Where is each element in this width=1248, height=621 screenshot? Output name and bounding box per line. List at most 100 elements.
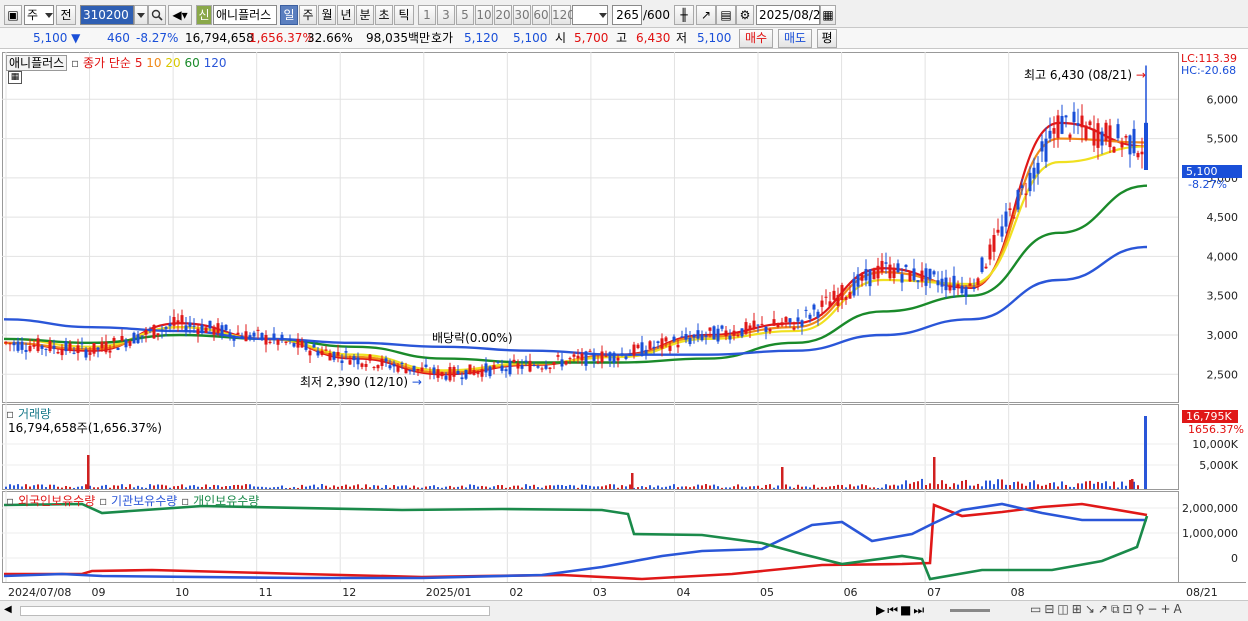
volume-bar — [741, 486, 743, 489]
volume-bar — [1061, 481, 1063, 489]
sell-button[interactable]: 매도 — [778, 29, 812, 48]
candle-body — [76, 345, 80, 354]
volume-bar — [109, 487, 111, 489]
volume-bar — [717, 486, 719, 489]
interval-10-button[interactable]: 10 — [475, 5, 493, 25]
high-price: 6,430 — [636, 31, 671, 45]
interval-custom-input[interactable] — [572, 5, 608, 25]
zoom-slider[interactable] — [950, 609, 990, 612]
save-icon[interactable]: ▤ — [716, 5, 736, 25]
tab-week[interactable]: 주 — [299, 5, 317, 25]
volume-last-bar — [1144, 416, 1147, 489]
candle-body — [1092, 128, 1096, 146]
export-icon[interactable]: ⊡ — [1123, 602, 1136, 616]
candle-body — [304, 341, 308, 350]
candle-body — [928, 268, 932, 280]
search-icon[interactable] — [148, 5, 166, 25]
scroll-left-icon[interactable]: ◀ — [4, 604, 12, 615]
calendar-icon[interactable]: ▦ — [820, 5, 836, 25]
candle-body — [884, 262, 888, 264]
volume-bar — [765, 484, 767, 489]
chart-canvas[interactable]: 6,000 5,500 5,000 4,500 4,000 3,500 3,000 2,500… — [2, 52, 1246, 600]
date-input[interactable]: 2025/08/21 — [756, 5, 828, 25]
tile-icon[interactable]: ⊞ — [1072, 602, 1085, 616]
draw-icon[interactable]: ↗ — [1098, 602, 1111, 616]
tab-day[interactable]: 일 — [280, 5, 298, 25]
candle-body — [112, 337, 116, 342]
tab-year[interactable]: 년 — [337, 5, 355, 25]
volume-bar — [477, 486, 479, 489]
volume-bar — [1117, 487, 1119, 489]
eval-button[interactable]: 평 — [817, 29, 837, 48]
chart-scrollbar[interactable]: ◀ ▶⏮■⏭ ▭⊟◫⊞↘↗⧉⊡⚲−+A — [0, 600, 1248, 621]
speaker-icon[interactable]: ◀▾ — [168, 5, 192, 25]
tab-tick[interactable]: 틱 — [394, 5, 414, 25]
volume-bar — [273, 487, 275, 489]
volume-bar — [753, 486, 755, 489]
play-icon[interactable]: ▶ — [876, 603, 887, 617]
candle-body — [604, 355, 608, 357]
volume-bar — [9, 484, 11, 489]
interval-120-button[interactable]: 120 — [551, 5, 575, 25]
candle-body — [688, 337, 692, 345]
volume-bar — [93, 487, 95, 489]
volume-bar — [1069, 486, 1071, 489]
volume-bar — [977, 483, 979, 489]
chevron-down-icon — [45, 13, 53, 18]
candle-body — [780, 322, 784, 326]
stock-chart-svg[interactable]: 6,0005,5005,0004,5004,0003,5003,0002,500… — [2, 52, 1246, 600]
interval-20-button[interactable]: 20 — [494, 5, 512, 25]
zoom-icon[interactable]: ⚲ — [1136, 602, 1148, 616]
candle-body — [500, 365, 504, 371]
draw-tool-icon[interactable]: ↗ — [696, 5, 716, 25]
rewind-icon[interactable]: ⏮ — [887, 603, 900, 617]
playback-controls[interactable]: ▶⏮■⏭ — [876, 603, 926, 618]
gear-icon[interactable]: ⚙ — [736, 5, 754, 25]
interval-60-button[interactable]: 60 — [532, 5, 550, 25]
ma-60-line — [3, 184, 1148, 364]
candle-body — [80, 343, 84, 345]
forward-icon[interactable]: ⏭ — [913, 603, 926, 617]
candle-body — [36, 338, 40, 352]
candle-body — [20, 341, 24, 350]
count-input[interactable]: 265 — [612, 5, 642, 25]
candle-body — [848, 292, 852, 299]
interval-3-button[interactable]: 3 — [437, 5, 455, 25]
buy-button[interactable]: 매수 — [739, 29, 773, 48]
volume-bar — [521, 487, 523, 489]
minus-icon[interactable]: − — [1147, 602, 1160, 616]
dividend-annotation: 배당락(0.00%) — [432, 331, 513, 345]
candle-body — [256, 329, 260, 331]
plus-icon[interactable]: + — [1160, 602, 1173, 616]
candle-body — [532, 365, 536, 367]
window-icon[interactable]: ▣ — [4, 5, 22, 25]
split-icon[interactable]: ⊟ — [1044, 602, 1057, 616]
tab-month[interactable]: 월 — [318, 5, 336, 25]
prev-button[interactable]: 전 — [56, 5, 76, 25]
tab-second[interactable]: 초 — [375, 5, 393, 25]
tool-icons[interactable]: ▭⊟◫⊞↘↗⧉⊡⚲−+A — [1030, 602, 1185, 617]
market-select[interactable]: 주 — [24, 5, 54, 25]
volume-bar — [417, 487, 419, 489]
x-axis-label: 10 — [175, 586, 189, 599]
candle-type-icon[interactable]: ╫ — [674, 5, 694, 25]
calculator-icon[interactable]: ▦ — [8, 71, 22, 84]
tab-minute[interactable]: 분 — [356, 5, 374, 25]
stop-icon[interactable]: ■ — [900, 603, 913, 617]
price-tick-label: 3,500 — [1207, 290, 1239, 303]
trend-icon[interactable]: ↘ — [1085, 602, 1098, 616]
price-change: 460 — [107, 31, 130, 45]
volume-bar — [177, 485, 179, 489]
interval-1-button[interactable]: 1 — [418, 5, 436, 25]
arrow-right-icon: → — [1135, 68, 1146, 82]
volume-bar — [193, 485, 195, 489]
code-dropdown-icon[interactable] — [134, 5, 148, 25]
layout-icon[interactable]: ▭ — [1030, 602, 1044, 616]
interval-30-button[interactable]: 30 — [513, 5, 531, 25]
stock-code-input[interactable]: 310200 — [80, 5, 134, 25]
scroll-thumb[interactable] — [20, 606, 490, 616]
font-icon[interactable]: A — [1174, 602, 1185, 616]
interval-5-button[interactable]: 5 — [456, 5, 474, 25]
copy-icon[interactable]: ⧉ — [1111, 602, 1123, 616]
pane-icon[interactable]: ◫ — [1057, 602, 1071, 616]
